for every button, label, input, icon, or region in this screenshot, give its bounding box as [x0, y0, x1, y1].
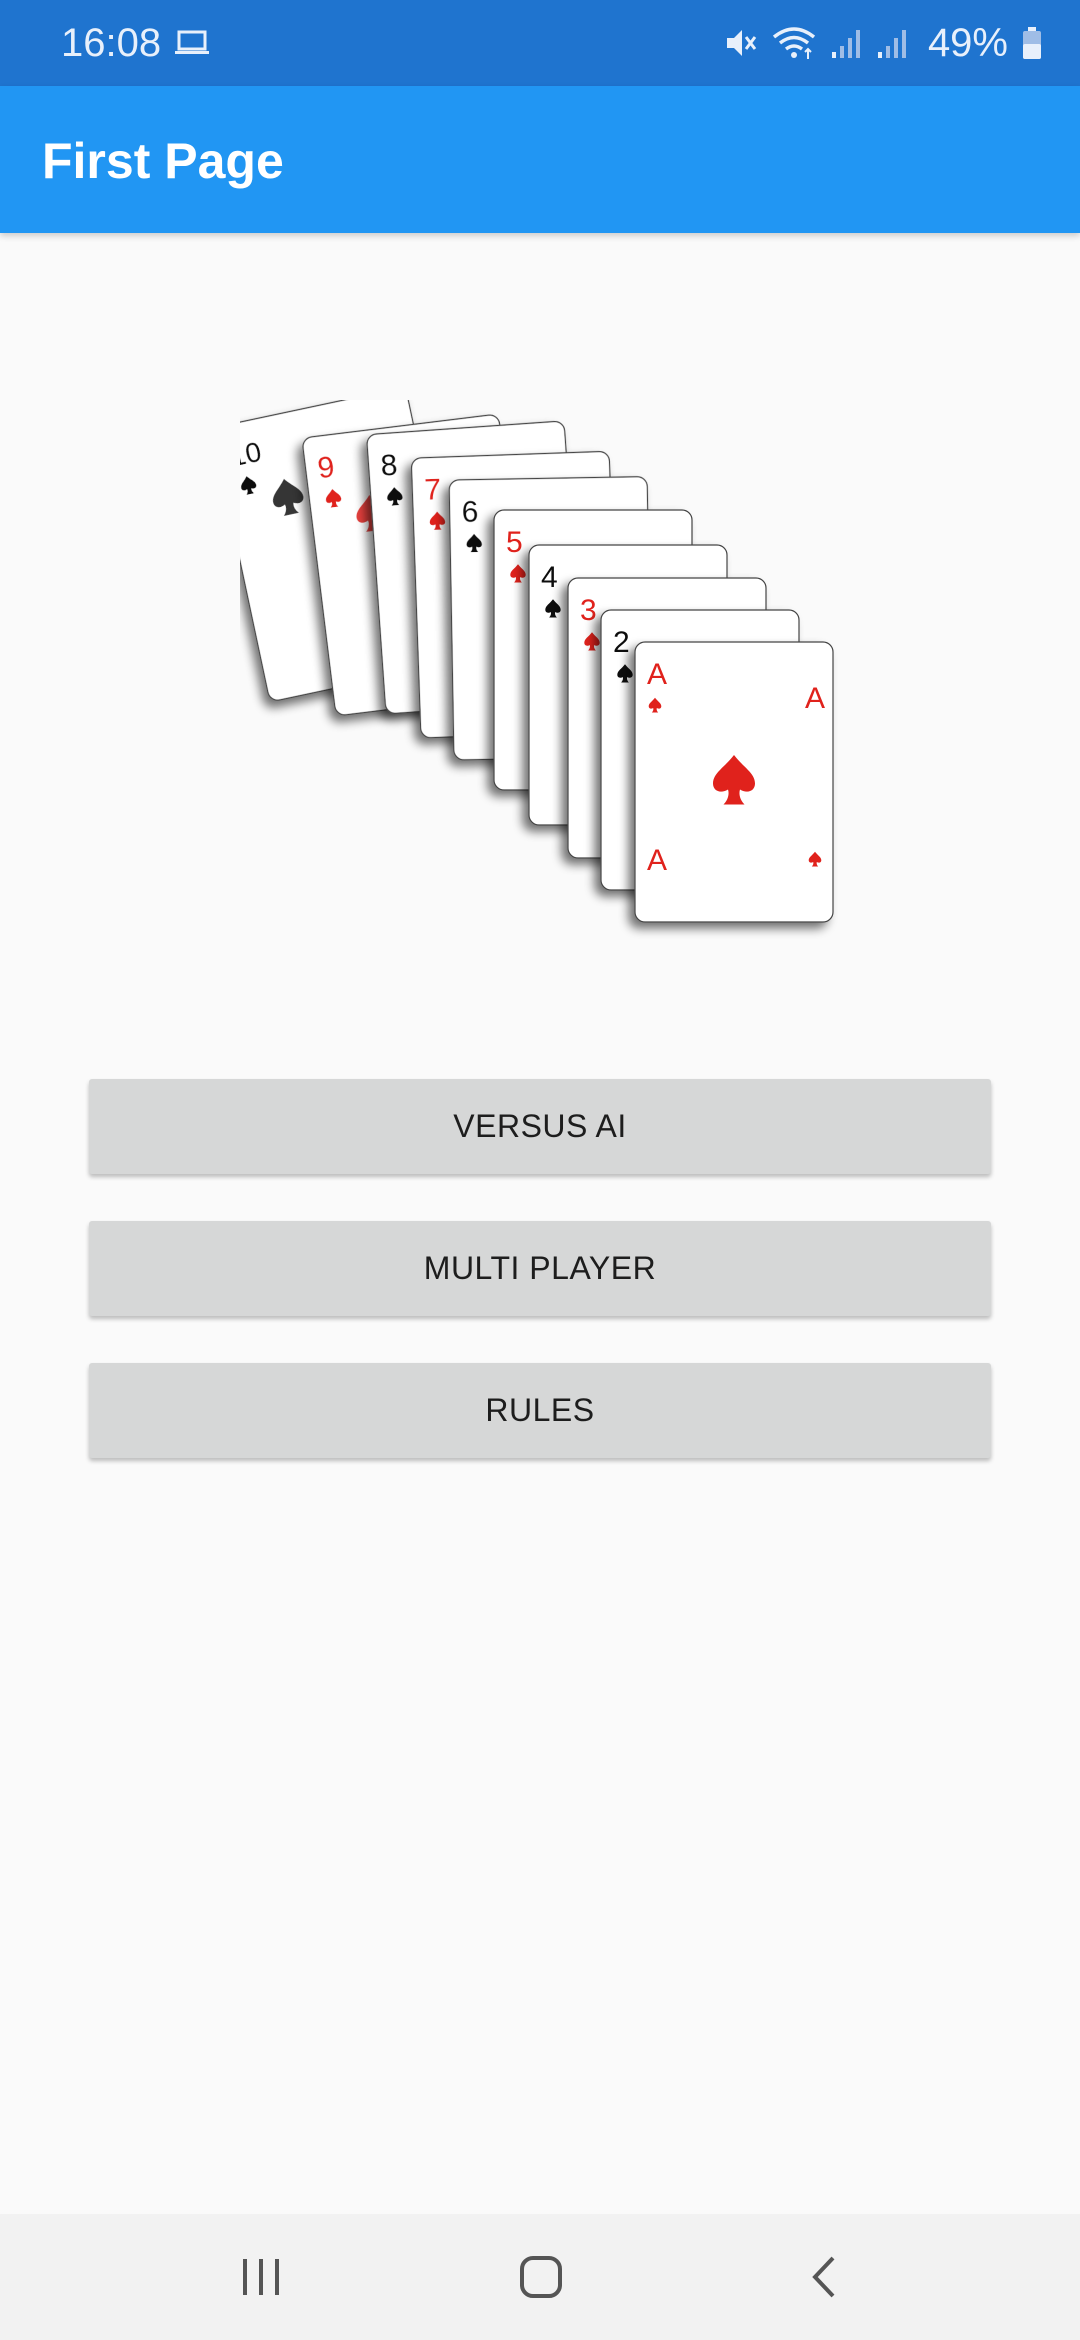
- signal-icon: [831, 30, 860, 58]
- recents-icon: [243, 2259, 279, 2295]
- status-bar: 16:08 49%: [0, 0, 1080, 86]
- card-rank-label: 7: [424, 473, 442, 507]
- app-bar: First Page: [0, 86, 1080, 233]
- card-rank-label: 6: [461, 496, 478, 529]
- rules-button[interactable]: RULES: [89, 1363, 991, 1458]
- wifi-icon: [772, 27, 816, 59]
- card-rank-label: 5: [506, 526, 523, 559]
- card-rank-label: A: [805, 682, 825, 715]
- back-button[interactable]: [744, 2214, 904, 2340]
- status-time: 16:08: [61, 21, 162, 65]
- laptop-icon: [175, 30, 209, 54]
- recents-button[interactable]: [181, 2214, 341, 2340]
- home-icon: [520, 2256, 562, 2298]
- home-button[interactable]: [461, 2214, 621, 2340]
- multi-player-button[interactable]: MULTI PLAYER: [89, 1221, 991, 1316]
- battery-icon: [1023, 27, 1041, 59]
- card-rank-label: 4: [541, 561, 558, 594]
- playing-cards-image: 10 9 8 7 6 5 4 3 2 A A A: [213, 388, 860, 940]
- card-rank-label: 8: [380, 449, 399, 483]
- signal-icon-2: [877, 30, 906, 58]
- battery-percent: 49%: [927, 21, 1008, 65]
- navigation-bar: [0, 2214, 1080, 2340]
- page-title: First Page: [42, 133, 284, 189]
- status-icons: 49%: [724, 18, 1042, 68]
- playing-card-A: A A A: [634, 641, 834, 923]
- card-rank-label: 2: [613, 626, 630, 659]
- card-rank-label: 3: [580, 594, 597, 627]
- mute-icon: [726, 30, 757, 56]
- back-icon: [812, 2256, 835, 2298]
- card-rank-label: A: [647, 658, 667, 691]
- playing-cards-svg: 10 9 8765432AAA: [213, 388, 834, 923]
- versus-ai-button[interactable]: VERSUS AI: [89, 1079, 991, 1174]
- card-rank-label: A: [647, 844, 667, 877]
